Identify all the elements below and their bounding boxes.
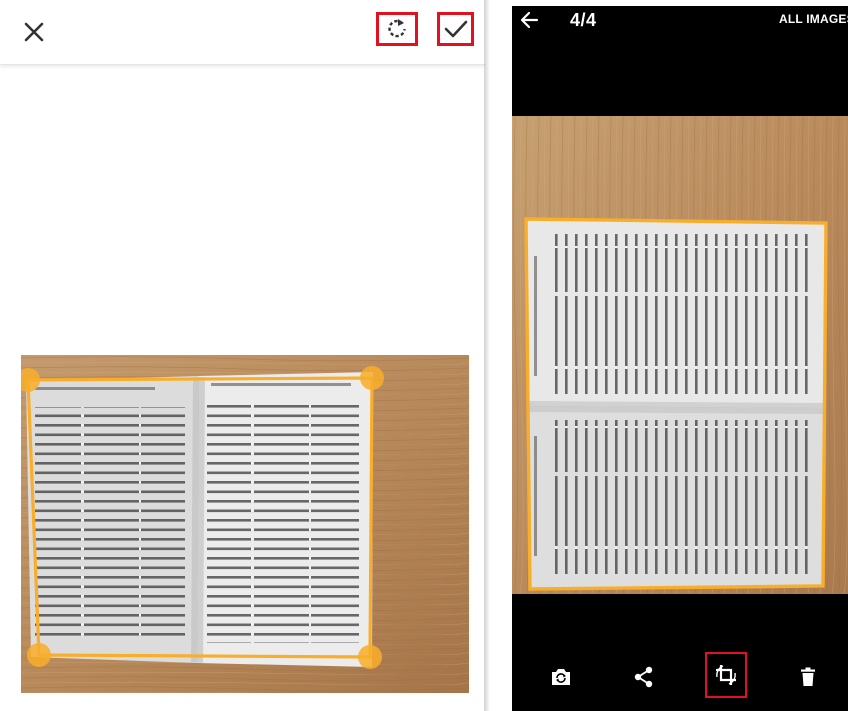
image-review-screen: 4/4 ALL IMAGES [512,6,848,711]
all-images-button[interactable]: ALL IMAGES [779,12,848,26]
rotate-icon [388,19,406,38]
share-button[interactable] [624,657,664,697]
panel-divider-shadow [484,0,490,711]
scanned-document-photo [512,116,848,594]
crop-button[interactable] [705,652,747,698]
close-button[interactable] [16,14,52,50]
close-icon [24,22,44,42]
crop-icon [716,665,736,685]
delete-icon [801,667,815,686]
back-button[interactable] [516,6,544,34]
page-counter: 4/4 [570,10,597,30]
confirm-button[interactable] [437,12,474,46]
rotate-button[interactable] [376,12,418,46]
camera-switch-icon [552,669,570,685]
document-photo-preview [21,355,469,693]
delete-button[interactable] [788,657,828,697]
share-icon [634,666,653,688]
crop-editor-screen [0,0,485,711]
arrow-back-icon [520,11,539,29]
crop-toolbar [0,0,485,65]
check-icon [444,20,467,38]
retake-button[interactable] [541,657,581,697]
